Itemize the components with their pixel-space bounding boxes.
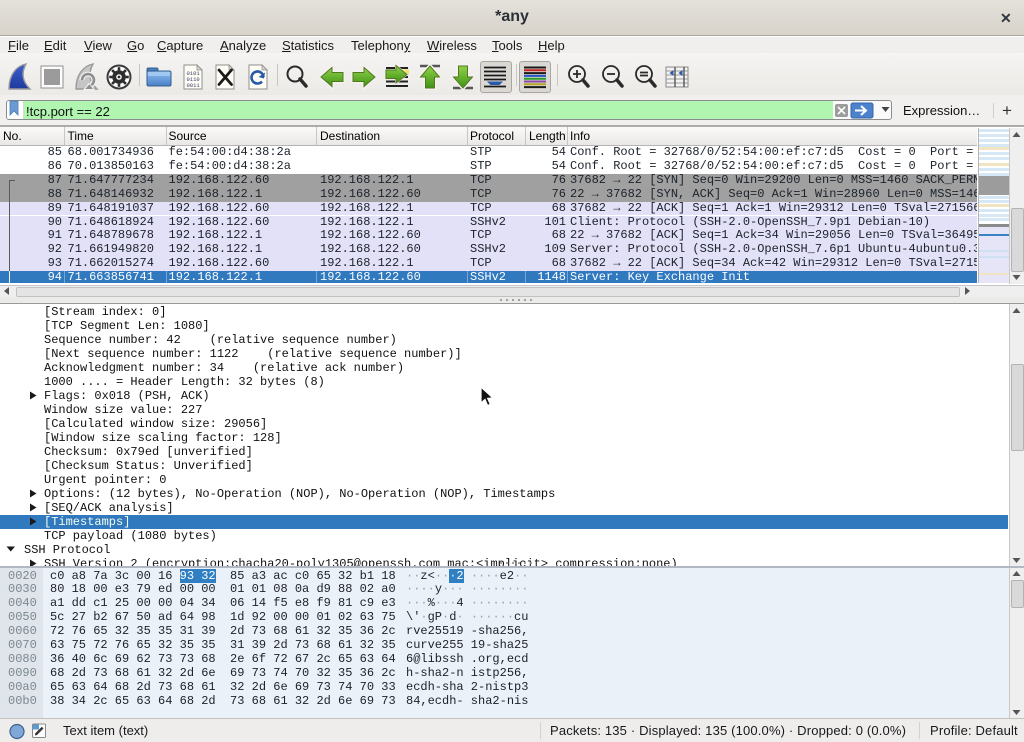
svg-text:0011: 0011 [187,82,201,89]
